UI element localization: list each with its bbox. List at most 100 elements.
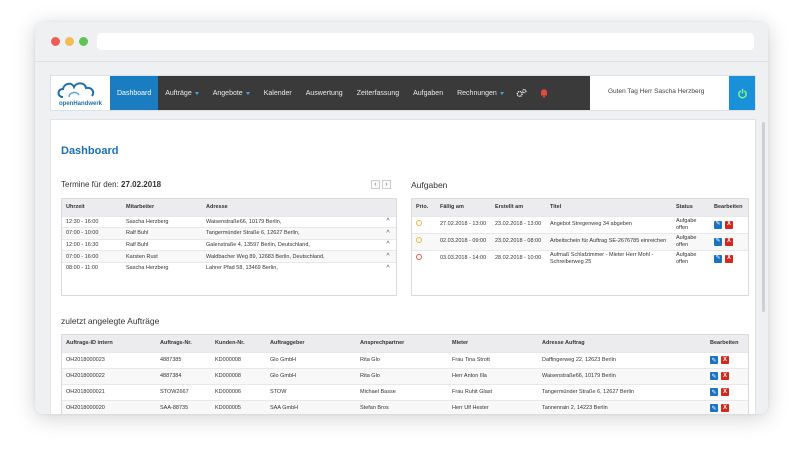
column-header: Bearbeiten: [710, 199, 748, 216]
cell-adresse: Waisenstraße66, 10179 Berlin: [542, 373, 616, 379]
chevron-up-icon[interactable]: ^: [386, 230, 389, 237]
edit-button[interactable]: ✎: [710, 404, 718, 412]
delete-button[interactable]: X: [721, 372, 729, 380]
table-row[interactable]: OH2018000022 4887384 KD000008 Glo GmbH Rita …: [62, 367, 748, 384]
nav-item-aufgaben[interactable]: Aufgaben: [406, 76, 450, 110]
notifications-button[interactable]: [533, 76, 555, 110]
pencil-icon: ✎: [715, 221, 721, 228]
delete-button[interactable]: X: [725, 254, 733, 263]
cell-status: Aufgabe offen: [676, 217, 697, 231]
table-row[interactable]: OH2018000021 STOW2667 KD000006 STOW Michael …: [62, 383, 748, 400]
logo-text: openHandwerk: [59, 101, 103, 107]
termine-panel: Uhrzeit Mitarbeiter Adresse 12:30 - 16:00 S…: [61, 198, 397, 296]
pencil-icon: ✎: [715, 255, 721, 262]
cell-kunde: KD000008: [215, 357, 241, 363]
cell-time: 07:00 - 16:00: [66, 253, 99, 260]
delete-button[interactable]: X: [725, 237, 733, 246]
column-header: Bearbeiten: [706, 335, 748, 352]
edit-button[interactable]: ✎: [710, 356, 718, 364]
priority-indicator-icon: [416, 237, 422, 244]
table-row[interactable]: 27.02.2018 - 13:00 23.02.2018 - 13:00 Ange…: [412, 215, 748, 233]
cell-ansprech: Rita Glo: [360, 357, 380, 363]
nav-item-rechnungen[interactable]: Rechnungen: [450, 76, 511, 110]
row-actions: ✎ X: [710, 356, 729, 364]
edit-button[interactable]: ✎: [710, 388, 718, 396]
column-header: Uhrzeit: [62, 199, 122, 216]
column-header: Auftrags-Nr.: [156, 335, 211, 352]
nav-item-angebote[interactable]: Angebote: [206, 76, 257, 110]
app-logo[interactable]: openHandwerk: [55, 79, 109, 107]
cloud-logo-icon: [57, 82, 95, 98]
table-row[interactable]: 07:00 - 10:00 Ralf Buhl Tangermünder Straß…: [62, 227, 396, 240]
pager-prev-button[interactable]: ‹: [371, 180, 380, 189]
cell-address: Waisenstraße66, 10179 Berlin,: [206, 218, 282, 225]
delete-button[interactable]: X: [721, 388, 729, 396]
table-row[interactable]: 08:00 - 11:00 Sascha Herzberg Lahrer Pfad …: [62, 261, 396, 274]
logout-button[interactable]: [729, 76, 755, 110]
settings-button[interactable]: [511, 76, 533, 110]
cell-id: OH2018000022: [66, 373, 105, 379]
column-header: Fällig am: [436, 199, 491, 216]
edit-button[interactable]: ✎: [710, 372, 718, 380]
column-header: Auftraggeber: [266, 335, 356, 352]
table-row[interactable]: 03.03.2018 - 14:00 28.02.2018 - 10:00 Aufm…: [412, 249, 748, 267]
cell-address: Waldbacher Weg 89, 12683 Berlin, Deutsch…: [206, 253, 325, 260]
table-row[interactable]: OH2018000020 SAA-88735 KD000005 SAA GmbH Ste…: [62, 399, 748, 414]
table-row[interactable]: 12:00 - 16:30 Ralf Buhl Galenstraße 4, 135…: [62, 238, 396, 251]
aufgaben-title: Aufgaben: [411, 180, 448, 190]
page-scrollbar[interactable]: [762, 122, 765, 312]
row-actions: ✎ X: [710, 404, 729, 412]
maximize-window-button[interactable]: [79, 37, 88, 46]
nav-item-label: Kalender: [263, 89, 292, 97]
auftraege-panel: Auftrags-ID intern Auftrags-Nr. Kunden-Nr.…: [61, 334, 749, 414]
row-actions: ✎ X: [714, 220, 733, 229]
delete-button[interactable]: X: [721, 404, 729, 412]
nav-item-auswertung[interactable]: Auswertung: [299, 76, 350, 110]
nav-item-label: Aufträge: [165, 89, 192, 97]
caret-down-icon: [245, 91, 250, 95]
column-header-empty: [380, 199, 396, 216]
edit-button[interactable]: ✎: [714, 237, 722, 246]
table-row[interactable]: 12:30 - 16:00 Sascha Herzberg Waisenstraße…: [62, 215, 396, 228]
address-bar[interactable]: [97, 33, 754, 50]
close-window-button[interactable]: [51, 37, 60, 46]
table-row[interactable]: 02.03.2018 - 09:00 23.02.2018 - 08:00 Arbe…: [412, 232, 748, 250]
chevron-up-icon[interactable]: ^: [386, 241, 389, 248]
cell-address: Lahrer Pfad 58, 13469 Berlin,: [206, 265, 278, 272]
chevron-up-icon[interactable]: ^: [386, 253, 389, 260]
nav-item-dashboard[interactable]: Dashboard: [110, 76, 159, 110]
cell-id: OH2018000023: [66, 357, 105, 363]
cell-adresse: Tannenrain 2, 14223 Berlin: [542, 405, 608, 411]
column-header: Status: [672, 199, 710, 216]
nav-item-zeiterfassung[interactable]: Zeiterfassung: [350, 76, 406, 110]
row-actions: ✎ X: [710, 388, 729, 396]
cell-created: 28.02.2018 - 10:00: [495, 255, 542, 262]
cell-nr: SAA-88735: [160, 405, 189, 411]
cell-nr: 4887385: [160, 357, 182, 363]
cell-employee: Ralf Buhl: [126, 241, 149, 248]
edit-button[interactable]: ✎: [714, 220, 722, 229]
delete-button[interactable]: X: [725, 220, 733, 229]
cell-auftraggeber: Glo GmbH: [270, 357, 296, 363]
close-icon: X: [726, 255, 731, 262]
cell-title: Aufmaß Schlafzimmer - Mieter Herr Mohl -…: [550, 251, 654, 265]
nav-item-aufträge[interactable]: Aufträge: [158, 76, 205, 110]
pencil-icon: ✎: [711, 373, 717, 380]
column-header: Kunden-Nr.: [211, 335, 266, 352]
table-row[interactable]: 07:00 - 16:00 Karsten Rust Waldbacher Weg …: [62, 250, 396, 263]
edit-button[interactable]: ✎: [714, 254, 722, 263]
chevron-up-icon[interactable]: ^: [386, 218, 389, 225]
nav-item-label: Auswertung: [305, 89, 343, 97]
caret-down-icon: [499, 91, 504, 95]
cell-created: 23.02.2018 - 08:00: [495, 238, 542, 245]
minimize-window-button[interactable]: [65, 37, 74, 46]
pager-next-button[interactable]: ›: [382, 180, 391, 189]
table-row[interactable]: OH2018000023 4887385 KD000008 Glo GmbH Rita …: [62, 351, 748, 368]
delete-button[interactable]: X: [721, 356, 729, 364]
cell-id: OH2018000021: [66, 389, 105, 395]
gears-icon: [516, 88, 527, 97]
chevron-up-icon[interactable]: ^: [386, 265, 389, 272]
cell-time: 08:00 - 11:00: [66, 265, 99, 272]
nav-item-kalender[interactable]: Kalender: [257, 76, 299, 110]
cell-auftraggeber: Glo GmbH: [270, 373, 296, 379]
